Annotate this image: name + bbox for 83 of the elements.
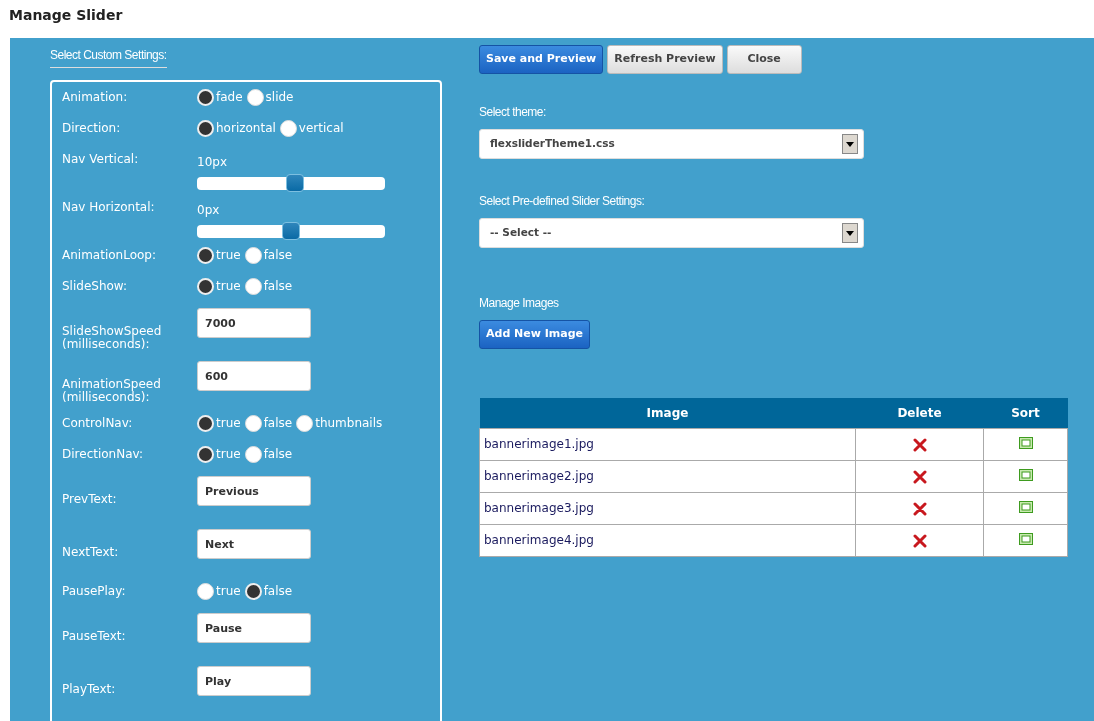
radio-button[interactable] [197, 246, 214, 264]
sort-icon[interactable] [1018, 437, 1033, 449]
column-header: Sort [983, 398, 1068, 428]
radio-button[interactable] [279, 119, 297, 137]
setting-label: SlideShow: [62, 278, 129, 295]
radio-button[interactable] [197, 119, 214, 137]
setting-label: NextText: [62, 544, 120, 561]
delete-icon[interactable] [912, 501, 927, 516]
setting-label: DirectionNav: [62, 446, 145, 463]
radio-button[interactable] [197, 88, 214, 106]
action-button[interactable]: Refresh Preview [607, 45, 723, 74]
add-image-button[interactable]: Add New Image [479, 320, 591, 349]
radio-label: horizontal [216, 120, 276, 137]
radio-button[interactable] [244, 445, 262, 463]
section-label: Manage Images [479, 295, 560, 312]
slider-thumb[interactable] [285, 174, 304, 192]
setting-label: PausePlay: [62, 583, 127, 600]
radio-label: false [263, 247, 293, 264]
text-field[interactable]: 7000 [197, 308, 311, 338]
radio-label: true [216, 278, 241, 295]
text-field[interactable]: Play [197, 666, 311, 696]
radio-label: false [263, 583, 293, 600]
text-field[interactable]: 600 [197, 361, 311, 391]
radio-label: slide [265, 89, 294, 106]
select-field[interactable]: flexsliderTheme1.css [479, 129, 864, 159]
radio-button[interactable] [296, 414, 314, 432]
setting-label: Nav Horizontal: [62, 199, 156, 216]
radio-label: fade [216, 89, 243, 106]
radio-label: vertical [298, 120, 344, 137]
radio-button[interactable] [197, 414, 214, 432]
radio-label: true [216, 247, 241, 264]
radio-button[interactable] [244, 277, 262, 295]
column-header: Image [479, 398, 856, 428]
slider-value: 10px [197, 154, 228, 171]
slider-thumb[interactable] [282, 222, 300, 240]
radio-label: false [263, 278, 293, 295]
setting-label: PlayText: [62, 681, 117, 698]
radio-label: true [216, 415, 241, 432]
page-title: Manage Slider [8, 6, 124, 25]
delete-icon[interactable] [912, 533, 927, 548]
radio-label: true [216, 583, 241, 600]
text-field[interactable]: Previous [197, 476, 311, 506]
radio-label: false [263, 446, 293, 463]
radio-button[interactable] [244, 246, 262, 264]
setting-label: AnimationLoop: [62, 247, 157, 264]
sort-icon[interactable] [1018, 501, 1033, 513]
radio-label: true [216, 446, 241, 463]
delete-icon[interactable] [912, 437, 927, 452]
radio-button[interactable] [197, 445, 214, 463]
setting-label: Direction: [62, 120, 122, 137]
radio-button[interactable] [197, 582, 214, 600]
text-field[interactable]: Pause [197, 613, 311, 643]
setting-label: PrevText: [62, 491, 118, 508]
column-header: Delete [855, 398, 984, 428]
setting-label: AnimationSpeed (milliseconds): [62, 376, 162, 406]
sort-icon[interactable] [1018, 469, 1033, 481]
sort-icon[interactable] [1018, 533, 1033, 545]
slider-track[interactable] [197, 225, 385, 238]
field-label: Select Pre-defined Slider Settings: [479, 193, 646, 210]
text-field[interactable]: Next [197, 529, 311, 559]
setting-label: PauseText: [62, 628, 127, 645]
radio-label: thumbnails [315, 415, 383, 432]
setting-label: Nav Vertical: [62, 151, 140, 168]
radio-label: false [263, 415, 293, 432]
table-cell: bannerimage2.jpg [479, 460, 856, 492]
action-button[interactable]: Save and Preview [479, 45, 604, 74]
table-cell: bannerimage4.jpg [479, 524, 856, 556]
setting-label: ControlNav: [62, 415, 134, 432]
radio-button[interactable] [244, 414, 262, 432]
radio-button[interactable] [244, 582, 262, 600]
radio-button[interactable] [246, 88, 264, 106]
table-cell: bannerimage3.jpg [479, 492, 856, 524]
table-cell: bannerimage1.jpg [479, 428, 856, 460]
field-label: Select theme: [479, 104, 547, 121]
action-button[interactable]: Close [726, 45, 802, 74]
setting-label: Animation: [62, 89, 129, 106]
slider-track[interactable] [197, 177, 385, 190]
setting-label: SlideShowSpeed (milliseconds): [62, 323, 163, 353]
select-field[interactable]: -- Select -- [479, 218, 864, 248]
slider-value: 0px [197, 202, 221, 219]
radio-button[interactable] [197, 277, 214, 295]
section-heading: Select Custom Settings: [50, 46, 167, 68]
delete-icon[interactable] [912, 469, 927, 484]
